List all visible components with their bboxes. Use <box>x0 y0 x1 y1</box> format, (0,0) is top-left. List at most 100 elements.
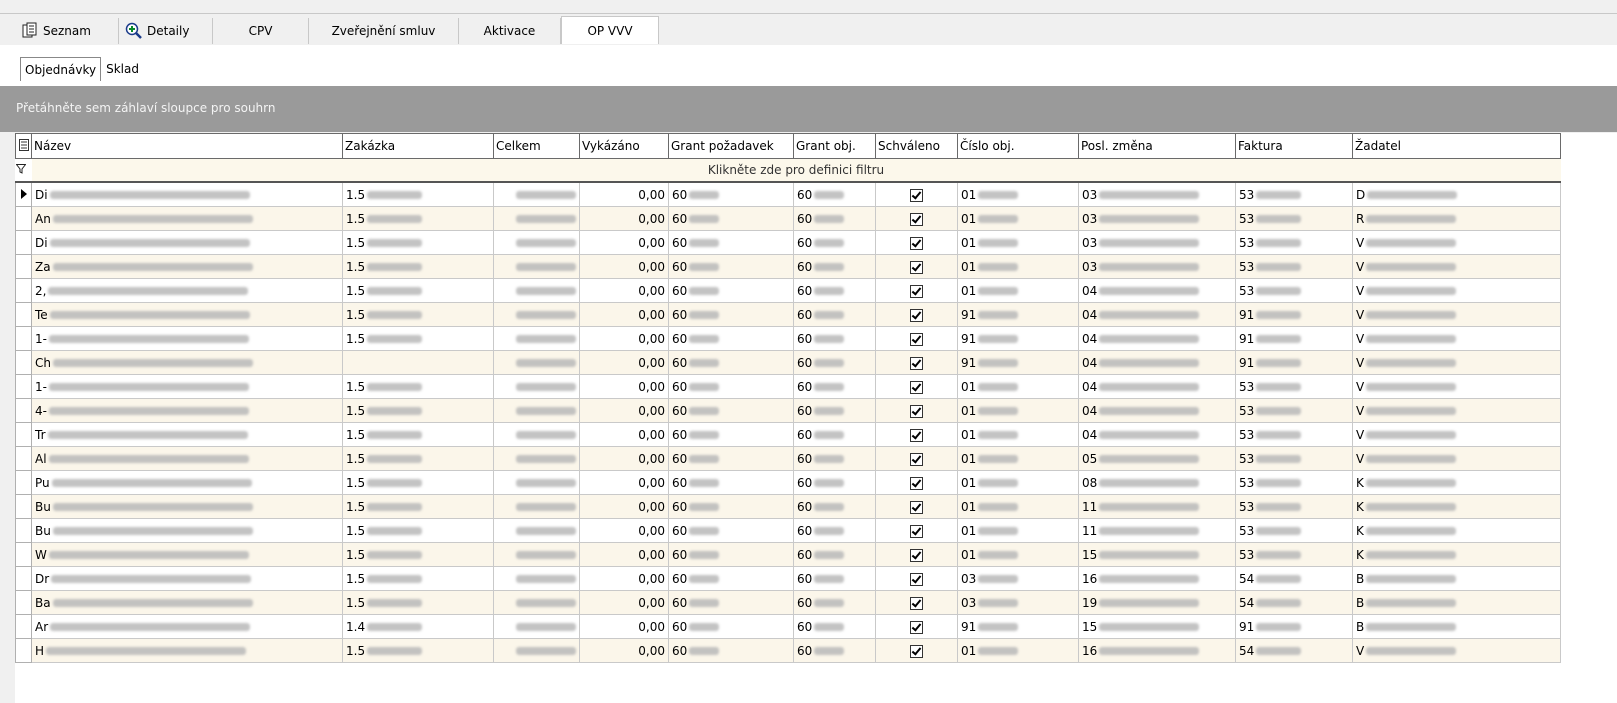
cell-zakazka[interactable]: 1.5 <box>342 422 494 447</box>
cell-zadatel[interactable]: V <box>1352 230 1561 255</box>
filter-hint[interactable]: Klikněte zde pro definici filtru <box>31 158 1561 183</box>
filter-icon[interactable] <box>15 158 32 183</box>
cell-celkem[interactable] <box>493 278 580 303</box>
tab-zverejneni-smluv[interactable]: Zveřejnění smluv <box>309 18 459 44</box>
cell-zadatel[interactable]: V <box>1352 326 1561 351</box>
cell-celkem[interactable] <box>493 302 580 327</box>
column-header-nazev[interactable]: Název <box>31 133 343 159</box>
cell-celkem[interactable] <box>493 446 580 471</box>
cell-grant-obj[interactable]: 60 <box>793 254 876 279</box>
cell-faktura[interactable]: 53 <box>1235 470 1353 495</box>
cell-cislo-obj[interactable]: 91 <box>957 614 1079 639</box>
row-indicator[interactable] <box>15 422 32 447</box>
table-row[interactable]: W 1.5 0,00 60 60 01 15 53 K <box>15 542 1561 567</box>
approved-checkbox[interactable] <box>910 188 923 202</box>
tab-detaily[interactable]: Detaily <box>119 18 213 44</box>
cell-nazev[interactable]: Di <box>31 181 343 207</box>
cell-cislo-obj[interactable]: 01 <box>957 230 1079 255</box>
cell-vykazano[interactable]: 0,00 <box>579 518 669 543</box>
column-header-vykazano[interactable]: Vykázáno <box>579 133 669 159</box>
cell-nazev[interactable]: 4- <box>31 398 343 423</box>
approved-checkbox[interactable] <box>910 452 923 466</box>
cell-faktura[interactable]: 53 <box>1235 374 1353 399</box>
cell-zakazka[interactable]: 1.5 <box>342 326 494 351</box>
cell-schvaleno[interactable] <box>875 181 958 207</box>
approved-checkbox[interactable] <box>910 260 923 274</box>
cell-posl-zmena[interactable]: 11 <box>1078 494 1236 519</box>
cell-nazev[interactable]: Za <box>31 254 343 279</box>
cell-vykazano[interactable]: 0,00 <box>579 302 669 327</box>
cell-celkem[interactable] <box>493 254 580 279</box>
cell-celkem[interactable] <box>493 206 580 231</box>
cell-zadatel[interactable]: V <box>1352 374 1561 399</box>
approved-checkbox[interactable] <box>910 548 923 562</box>
cell-posl-zmena[interactable]: 16 <box>1078 638 1236 663</box>
column-chooser-icon[interactable] <box>15 133 32 159</box>
cell-schvaleno[interactable] <box>875 350 958 375</box>
cell-grant-obj[interactable]: 60 <box>793 494 876 519</box>
cell-posl-zmena[interactable]: 03 <box>1078 206 1236 231</box>
tab-op-vvv[interactable]: OP VVV <box>561 16 659 44</box>
cell-celkem[interactable] <box>493 518 580 543</box>
approved-checkbox[interactable] <box>910 524 923 538</box>
cell-vykazano[interactable]: 0,00 <box>579 542 669 567</box>
cell-posl-zmena[interactable]: 03 <box>1078 254 1236 279</box>
cell-nazev[interactable]: Al <box>31 446 343 471</box>
cell-zakazka[interactable]: 1.5 <box>342 398 494 423</box>
cell-grant-pozadavek[interactable]: 60 <box>668 230 794 255</box>
cell-cislo-obj[interactable]: 01 <box>957 518 1079 543</box>
cell-grant-obj[interactable]: 60 <box>793 350 876 375</box>
cell-grant-pozadavek[interactable]: 60 <box>668 326 794 351</box>
cell-faktura[interactable]: 53 <box>1235 446 1353 471</box>
cell-posl-zmena[interactable]: 04 <box>1078 302 1236 327</box>
cell-posl-zmena[interactable]: 03 <box>1078 181 1236 207</box>
cell-vykazano[interactable]: 0,00 <box>579 422 669 447</box>
cell-zakazka[interactable]: 1.5 <box>342 302 494 327</box>
table-row[interactable]: Dr 1.5 0,00 60 60 03 16 54 B <box>15 566 1561 591</box>
cell-grant-pozadavek[interactable]: 60 <box>668 398 794 423</box>
cell-celkem[interactable] <box>493 230 580 255</box>
cell-celkem[interactable] <box>493 590 580 615</box>
cell-grant-obj[interactable]: 60 <box>793 470 876 495</box>
cell-posl-zmena[interactable]: 05 <box>1078 446 1236 471</box>
cell-vykazano[interactable]: 0,00 <box>579 494 669 519</box>
cell-vykazano[interactable]: 0,00 <box>579 230 669 255</box>
cell-posl-zmena[interactable]: 04 <box>1078 278 1236 303</box>
cell-grant-obj[interactable]: 60 <box>793 518 876 543</box>
cell-grant-pozadavek[interactable]: 60 <box>668 278 794 303</box>
cell-zadatel[interactable]: V <box>1352 350 1561 375</box>
cell-posl-zmena[interactable]: 04 <box>1078 326 1236 351</box>
cell-cislo-obj[interactable]: 03 <box>957 566 1079 591</box>
cell-nazev[interactable]: Bu <box>31 494 343 519</box>
cell-cislo-obj[interactable]: 01 <box>957 638 1079 663</box>
cell-posl-zmena[interactable]: 19 <box>1078 590 1236 615</box>
tab-cpv[interactable]: CPV <box>213 18 309 44</box>
table-row[interactable]: Di 1.5 0,00 60 60 01 03 53 V <box>15 230 1561 255</box>
table-row[interactable]: 4- 1.5 0,00 60 60 01 04 53 V <box>15 398 1561 423</box>
cell-grant-pozadavek[interactable]: 60 <box>668 542 794 567</box>
cell-cislo-obj[interactable]: 01 <box>957 398 1079 423</box>
cell-vykazano[interactable]: 0,00 <box>579 326 669 351</box>
cell-schvaleno[interactable] <box>875 230 958 255</box>
cell-celkem[interactable] <box>493 326 580 351</box>
cell-grant-pozadavek[interactable]: 60 <box>668 254 794 279</box>
cell-cislo-obj[interactable]: 01 <box>957 470 1079 495</box>
cell-zadatel[interactable]: V <box>1352 422 1561 447</box>
cell-posl-zmena[interactable]: 11 <box>1078 518 1236 543</box>
row-indicator[interactable] <box>15 181 32 207</box>
cell-vykazano[interactable]: 0,00 <box>579 614 669 639</box>
cell-nazev[interactable]: W <box>31 542 343 567</box>
cell-grant-pozadavek[interactable]: 60 <box>668 422 794 447</box>
table-row[interactable]: Te 1.5 0,00 60 60 91 04 91 V <box>15 302 1561 327</box>
cell-zakazka[interactable]: 1.5 <box>342 542 494 567</box>
cell-grant-pozadavek[interactable]: 60 <box>668 206 794 231</box>
cell-faktura[interactable]: 53 <box>1235 230 1353 255</box>
cell-grant-pozadavek[interactable]: 60 <box>668 350 794 375</box>
cell-posl-zmena[interactable]: 04 <box>1078 422 1236 447</box>
cell-zakazka[interactable]: 1.5 <box>342 230 494 255</box>
column-header-cislo-obj[interactable]: Číslo obj. <box>957 133 1079 159</box>
cell-cislo-obj[interactable]: 03 <box>957 590 1079 615</box>
cell-cislo-obj[interactable]: 01 <box>957 181 1079 207</box>
cell-faktura[interactable]: 53 <box>1235 278 1353 303</box>
approved-checkbox[interactable] <box>910 620 923 634</box>
